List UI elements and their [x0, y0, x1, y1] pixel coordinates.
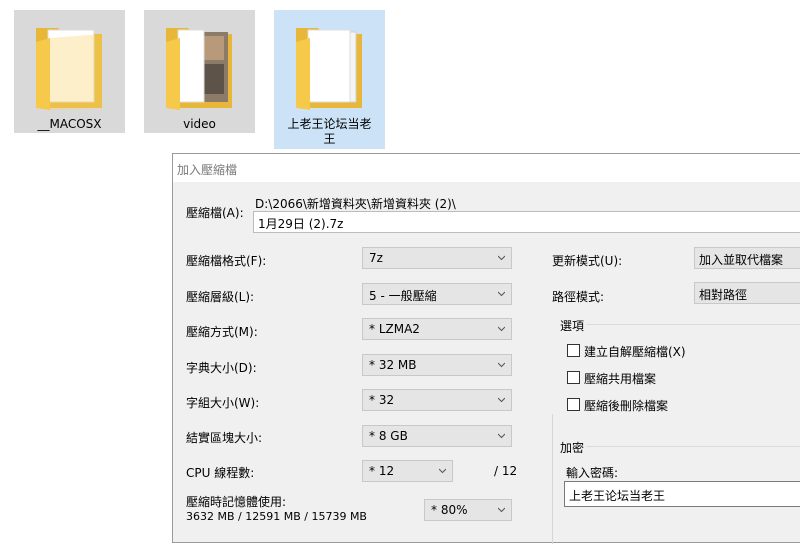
- memory-value: * 80%: [431, 503, 468, 517]
- update-mode-label: 更新模式(U):: [552, 254, 623, 268]
- desktop-icon-macosx[interactable]: __MACOSX: [14, 10, 125, 133]
- password-value: 上老王论坛当老王: [569, 489, 666, 503]
- cpu-select[interactable]: * 12: [362, 460, 453, 482]
- password-input[interactable]: 上老王论坛当老王: [564, 481, 800, 507]
- path-mode-select[interactable]: 相對路徑: [694, 282, 800, 304]
- folder-icon: [166, 28, 232, 110]
- sfx-checkbox[interactable]: [567, 344, 580, 357]
- update-mode-value: 加入並取代檔案: [699, 253, 784, 267]
- solid-select[interactable]: * 8 GB: [362, 425, 512, 447]
- path-mode-label: 路徑模式:: [552, 290, 605, 304]
- level-value: 5 - 一般壓縮: [369, 289, 437, 303]
- memory-detail: 3632 MB / 12591 MB / 15739 MB: [186, 510, 367, 523]
- chevron-down-icon: [498, 362, 505, 368]
- icon-label-line1: 上老王论坛当老: [287, 117, 372, 131]
- solid-label: 結實區塊大小:: [186, 431, 263, 445]
- method-label: 壓縮方式(M):: [186, 325, 258, 339]
- cpu-total: / 12: [494, 464, 518, 478]
- level-select[interactable]: 5 - 一般壓縮: [362, 283, 512, 305]
- desktop-icon-video[interactable]: video: [144, 10, 255, 133]
- title-bar: 加入壓縮檔: [173, 154, 800, 182]
- word-value: * 32: [369, 393, 395, 407]
- format-value: 7z: [369, 251, 383, 265]
- chevron-down-icon: [439, 468, 446, 474]
- column-divider: [552, 414, 553, 544]
- word-label: 字組大小(W):: [186, 396, 260, 410]
- add-to-archive-dialog: 加入壓縮檔 壓縮檔(A): D:\2066\新增資料夾\新增資料夾 (2)\ 1…: [172, 153, 800, 544]
- archive-name-value: 1月29日 (2).7z: [258, 217, 344, 231]
- encryption-group-title: 加密: [560, 441, 585, 455]
- cpu-value: * 12: [369, 464, 395, 478]
- dialog-title: 加入壓縮檔: [177, 163, 238, 177]
- delete-after-checkbox[interactable]: [567, 398, 580, 411]
- folder-icon: [296, 28, 362, 110]
- dict-value: * 32 MB: [369, 358, 417, 372]
- options-group-line: [586, 324, 800, 325]
- format-select[interactable]: 7z: [362, 247, 512, 269]
- word-select[interactable]: * 32: [362, 389, 512, 411]
- update-mode-select[interactable]: 加入並取代檔案: [694, 247, 800, 269]
- memory-select[interactable]: * 80%: [424, 499, 512, 521]
- solid-value: * 8 GB: [369, 429, 408, 443]
- cpu-label: CPU 線程數:: [186, 466, 255, 480]
- desktop-icon-folder-selected[interactable]: 上老王论坛当老 王: [274, 10, 385, 149]
- password-label: 輸入密碼:: [566, 466, 619, 480]
- delete-after-checkbox-label: 壓縮後刪除檔案: [584, 399, 669, 413]
- icon-label: video: [183, 117, 216, 131]
- icon-label-line2: 王: [323, 132, 336, 146]
- encryption-group-line: [586, 446, 800, 447]
- shared-files-checkbox[interactable]: [567, 371, 580, 384]
- folder-icon: [36, 28, 102, 110]
- chevron-down-icon: [498, 326, 505, 332]
- options-group-title: 選項: [560, 319, 585, 333]
- shared-files-checkbox-label: 壓縮共用檔案: [584, 372, 657, 386]
- archive-path: D:\2066\新增資料夾\新增資料夾 (2)\: [255, 197, 456, 211]
- memory-label: 壓縮時記憶體使用:: [186, 495, 287, 509]
- archive-label: 壓縮檔(A):: [186, 206, 244, 220]
- method-value: * LZMA2: [369, 322, 420, 336]
- level-label: 壓縮層級(L):: [186, 290, 255, 304]
- path-mode-value: 相對路徑: [699, 288, 748, 302]
- icon-label: __MACOSX: [37, 117, 102, 131]
- sfx-checkbox-label: 建立自解壓縮檔(X): [584, 345, 686, 359]
- method-select[interactable]: * LZMA2: [362, 318, 512, 340]
- chevron-down-icon: [498, 397, 505, 403]
- chevron-down-icon: [498, 255, 505, 261]
- chevron-down-icon: [498, 291, 505, 297]
- archive-name-combo[interactable]: 1月29日 (2).7z: [253, 211, 800, 233]
- chevron-down-icon: [498, 507, 505, 513]
- dict-select[interactable]: * 32 MB: [362, 354, 512, 376]
- dict-label: 字典大小(D):: [186, 361, 257, 375]
- chevron-down-icon: [498, 433, 505, 439]
- format-label: 壓縮檔格式(F):: [186, 254, 267, 268]
